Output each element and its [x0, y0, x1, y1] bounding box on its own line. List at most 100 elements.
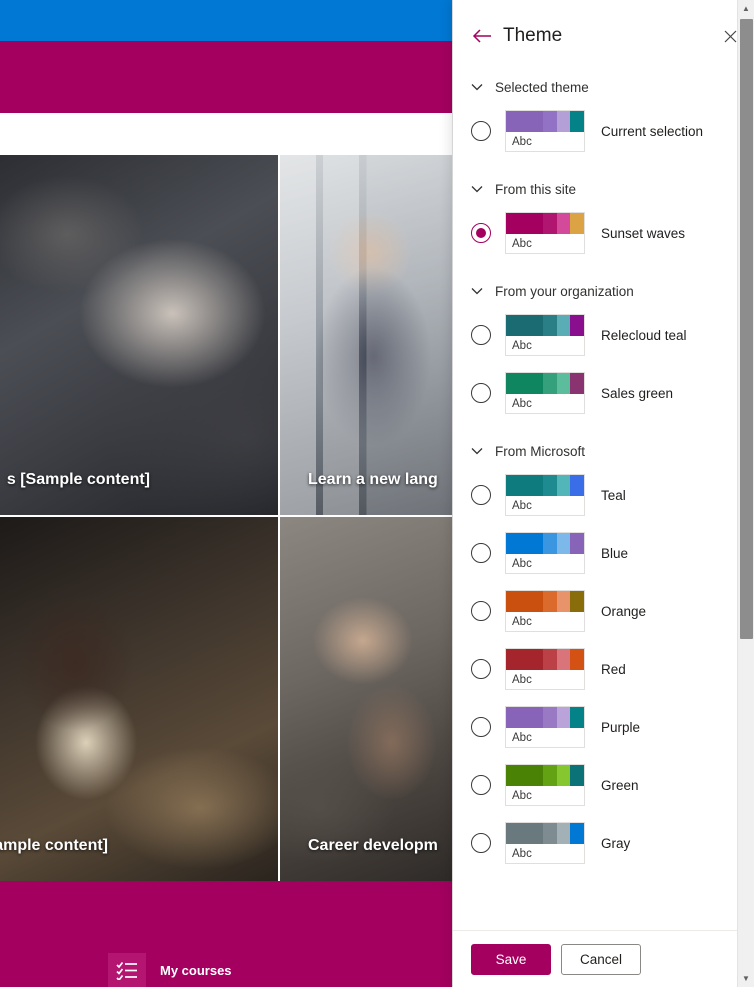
theme-radio-button[interactable] — [471, 775, 491, 795]
theme-name-label: Orange — [601, 603, 647, 619]
theme-color-swatch[interactable]: Abc — [505, 590, 585, 632]
save-button[interactable]: Save — [471, 943, 551, 975]
swatch-color-bar — [506, 475, 584, 496]
panel-body: Selected theme Abc Current selection From t… — [453, 72, 754, 930]
theme-section-header[interactable]: Selected theme — [471, 72, 732, 102]
theme-name-label: Gray — [601, 835, 631, 851]
theme-name-label: Red — [601, 661, 626, 677]
theme-option-row[interactable]: Abc Purple — [471, 698, 732, 756]
swatch-color-bar — [506, 649, 584, 670]
content-card[interactable]: Career developm — [280, 517, 460, 881]
swatch-color-4 — [570, 649, 584, 670]
theme-color-swatch[interactable]: Abc — [505, 532, 585, 574]
theme-option-row[interactable]: Abc Orange — [471, 582, 732, 640]
scroll-up-arrow-icon[interactable]: ▲ — [738, 0, 754, 17]
theme-name-label: Purple — [601, 719, 641, 735]
content-card[interactable]: Learn a new lang — [280, 155, 460, 515]
swatch-color-1 — [506, 707, 544, 728]
theme-section-header[interactable]: From your organization — [471, 276, 732, 306]
theme-radio-button[interactable] — [471, 601, 491, 621]
chevron-down-icon — [471, 445, 483, 457]
swatch-sample-text: Abc — [512, 339, 532, 352]
chevron-down-icon — [471, 183, 483, 195]
bottom-nav-item-my-courses[interactable]: My courses — [108, 953, 232, 987]
theme-color-swatch[interactable]: Abc — [505, 648, 585, 690]
swatch-color-4 — [570, 823, 584, 844]
theme-panel: Theme Selected theme Abc Current selection… — [452, 0, 754, 987]
theme-option-row[interactable]: Abc Teal — [471, 466, 732, 524]
hands-together-photo — [280, 517, 460, 881]
swatch-color-bar — [506, 707, 584, 728]
swatch-color-2 — [543, 315, 557, 336]
theme-radio-button[interactable] — [471, 485, 491, 505]
page-white-strip — [0, 113, 460, 155]
theme-name-label: Relecloud teal — [601, 327, 687, 343]
theme-option-row[interactable]: Abc Green — [471, 756, 732, 814]
theme-radio-button[interactable] — [471, 659, 491, 679]
swatch-color-4 — [570, 707, 584, 728]
swatch-color-3 — [556, 533, 571, 554]
swatch-color-3 — [556, 591, 571, 612]
theme-name-label: Sunset waves — [601, 225, 686, 241]
theme-radio-button[interactable] — [471, 543, 491, 563]
theme-color-swatch[interactable]: Abc — [505, 474, 585, 516]
theme-option-row[interactable]: Abc Red — [471, 640, 732, 698]
swatch-color-bar — [506, 373, 584, 394]
swatch-color-1 — [506, 649, 544, 670]
theme-radio-button[interactable] — [471, 717, 491, 737]
swatch-sample-text: Abc — [512, 731, 532, 744]
swatch-color-3 — [556, 649, 571, 670]
swatch-color-bar — [506, 213, 584, 234]
theme-sections-list: Selected theme Abc Current selection From t… — [453, 72, 754, 872]
theme-color-swatch[interactable]: Abc — [505, 314, 585, 356]
swatch-color-2 — [543, 823, 557, 844]
swatch-color-1 — [506, 591, 544, 612]
theme-color-swatch[interactable]: Abc — [505, 706, 585, 748]
theme-color-swatch[interactable]: Abc — [505, 212, 585, 254]
theme-option-row[interactable]: Abc Sales green — [471, 364, 732, 422]
content-card[interactable]: ample content] — [0, 517, 278, 881]
swatch-color-4 — [570, 111, 584, 132]
theme-color-swatch[interactable]: Abc — [505, 372, 585, 414]
swatch-sample-text: Abc — [512, 673, 532, 686]
theme-radio-button[interactable] — [471, 325, 491, 345]
theme-section-header[interactable]: From Microsoft — [471, 436, 732, 466]
chevron-down-icon — [471, 285, 483, 297]
content-card[interactable]: s [Sample content] — [0, 155, 278, 515]
scrollbar-thumb[interactable] — [740, 19, 753, 639]
panel-scrollbar[interactable]: ▲ ▼ — [737, 0, 754, 987]
card-title: Career developm — [308, 837, 438, 854]
swatch-sample-text: Abc — [512, 789, 532, 802]
theme-color-swatch[interactable]: Abc — [505, 764, 585, 806]
theme-option-row[interactable]: Abc Relecloud teal — [471, 306, 732, 364]
theme-radio-button[interactable] — [471, 121, 491, 141]
swatch-color-4 — [570, 475, 584, 496]
desk-work-photo — [0, 517, 278, 881]
swatch-color-2 — [543, 707, 557, 728]
theme-option-row[interactable]: Abc Gray — [471, 814, 732, 872]
scroll-down-arrow-icon[interactable]: ▼ — [738, 970, 754, 987]
handshake-photo — [0, 155, 278, 515]
theme-section-header[interactable]: From this site — [471, 174, 732, 204]
swatch-color-3 — [556, 475, 571, 496]
swatch-color-3 — [556, 707, 571, 728]
swatch-color-4 — [570, 373, 584, 394]
theme-radio-button[interactable] — [471, 383, 491, 403]
theme-color-swatch[interactable]: Abc — [505, 822, 585, 864]
swatch-color-1 — [506, 111, 544, 132]
theme-color-swatch[interactable]: Abc — [505, 110, 585, 152]
swatch-color-1 — [506, 315, 544, 336]
theme-section-label: From your organization — [495, 283, 634, 299]
swatch-color-2 — [543, 373, 557, 394]
theme-radio-button[interactable] — [471, 833, 491, 853]
back-arrow-icon[interactable] — [471, 25, 493, 47]
theme-option-row[interactable]: Abc Current selection — [471, 102, 732, 160]
bottom-nav-label: My courses — [160, 962, 232, 978]
swatch-color-2 — [543, 765, 557, 786]
theme-option-row[interactable]: Abc Blue — [471, 524, 732, 582]
cancel-button[interactable]: Cancel — [561, 943, 641, 975]
theme-radio-button[interactable] — [471, 223, 491, 243]
swatch-color-2 — [543, 111, 557, 132]
theme-option-row[interactable]: Abc Sunset waves — [471, 204, 732, 262]
swatch-sample-text: Abc — [512, 557, 532, 570]
